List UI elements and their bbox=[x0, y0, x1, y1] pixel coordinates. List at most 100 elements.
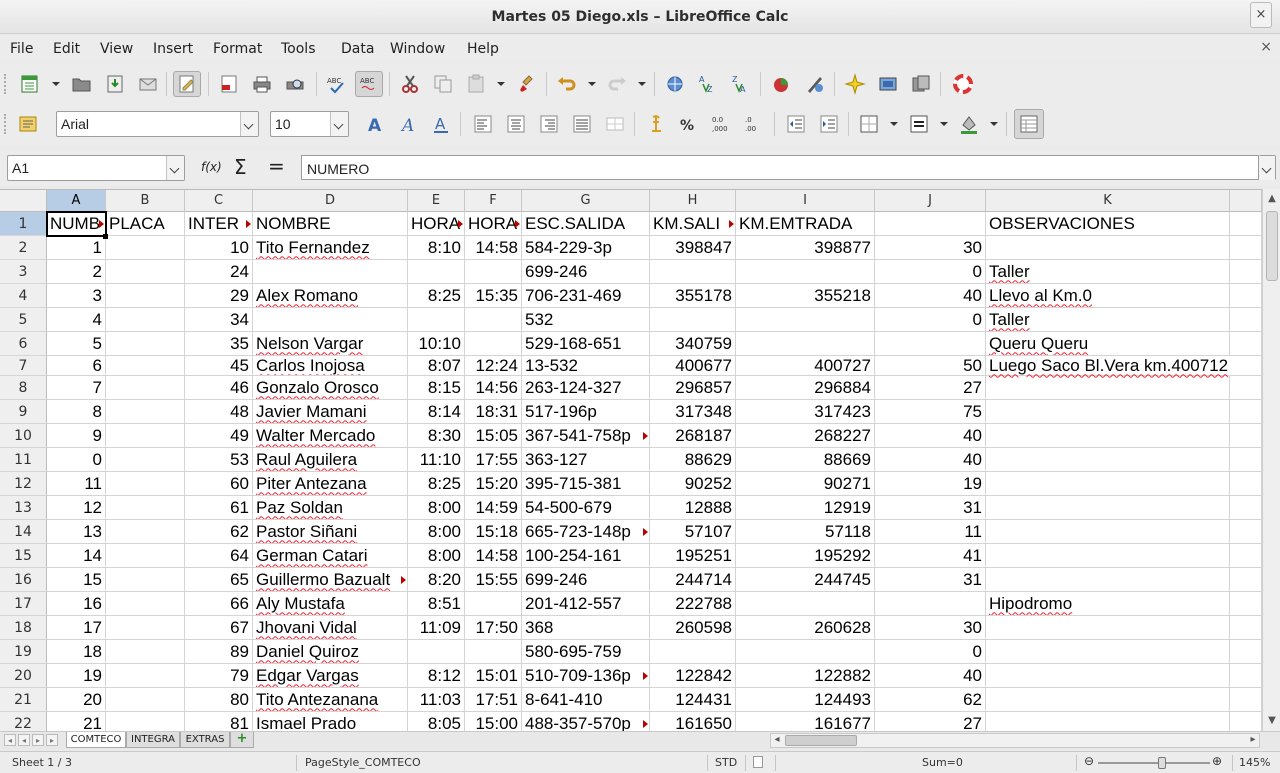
cell-k16[interactable] bbox=[986, 568, 1230, 592]
number-format-icon[interactable]: 0.0,000 bbox=[708, 111, 736, 137]
cell-f14[interactable]: 15:18 bbox=[465, 520, 522, 544]
cell-j4[interactable]: 40 bbox=[875, 284, 986, 308]
name-box[interactable]: A1 bbox=[7, 155, 185, 181]
cell-c2[interactable]: 10 bbox=[185, 236, 253, 260]
border-style-icon[interactable] bbox=[905, 111, 933, 137]
cell-k7[interactable]: Luego Saco Bl.Vera km.400712 bbox=[986, 356, 1230, 376]
row-header[interactable]: 6 bbox=[0, 332, 47, 356]
new-document-dropdown[interactable] bbox=[52, 80, 60, 88]
cell-l6[interactable] bbox=[1230, 332, 1262, 356]
cell-d11[interactable]: Raul Aguilera bbox=[253, 448, 408, 472]
menu-data[interactable]: Data bbox=[341, 41, 374, 57]
new-document-icon[interactable] bbox=[16, 71, 44, 97]
cell-e21[interactable]: 11:03 bbox=[408, 688, 465, 712]
add-sheet-icon[interactable]: + bbox=[230, 732, 254, 748]
scroll-up-icon[interactable]: ▲ bbox=[1264, 191, 1280, 207]
add-decimal-icon[interactable]: .0.00 bbox=[741, 111, 769, 137]
cell-j9[interactable]: 75 bbox=[875, 400, 986, 424]
cell-k21[interactable] bbox=[986, 688, 1230, 712]
cell-g6[interactable]: 529-168-651 bbox=[522, 332, 650, 356]
row-header[interactable]: 19 bbox=[0, 640, 47, 664]
cell-a7[interactable]: 6 bbox=[47, 356, 106, 376]
cell-j11[interactable]: 40 bbox=[875, 448, 986, 472]
cell-i10[interactable]: 268227 bbox=[736, 424, 875, 448]
print-preview-icon[interactable] bbox=[281, 71, 309, 97]
cell-g16[interactable]: 699-246 bbox=[522, 568, 650, 592]
row-header[interactable]: 18 bbox=[0, 616, 47, 640]
cell-i3[interactable] bbox=[736, 260, 875, 284]
cell-e12[interactable]: 8:25 bbox=[408, 472, 465, 496]
cell-g19[interactable]: 580-695-759 bbox=[522, 640, 650, 664]
column-header-c[interactable]: C bbox=[185, 190, 253, 212]
cell-i4[interactable]: 355218 bbox=[736, 284, 875, 308]
cell-d10[interactable]: Walter Mercado bbox=[253, 424, 408, 448]
cell-d4[interactable]: Alex Romano bbox=[253, 284, 408, 308]
insert-chart-icon[interactable] bbox=[768, 71, 796, 97]
cell-e9[interactable]: 8:14 bbox=[408, 400, 465, 424]
decrease-indent-icon[interactable] bbox=[782, 111, 810, 137]
cell-l3[interactable] bbox=[1230, 260, 1262, 284]
cell-e16[interactable]: 8:20 bbox=[408, 568, 465, 592]
cell-b12[interactable] bbox=[106, 472, 185, 496]
font-name-dropdown[interactable] bbox=[240, 112, 258, 136]
cell-h18[interactable]: 260598 bbox=[650, 616, 736, 640]
cell-k2[interactable] bbox=[986, 236, 1230, 260]
cell-f3[interactable] bbox=[465, 260, 522, 284]
selection-mode[interactable]: STD bbox=[715, 756, 737, 769]
window-close-button[interactable]: × bbox=[1250, 2, 1272, 28]
cell-k11[interactable] bbox=[986, 448, 1230, 472]
gallery-icon[interactable] bbox=[874, 71, 902, 97]
borders-dropdown[interactable] bbox=[890, 120, 898, 128]
sheet-tab-extras[interactable]: EXTRAS bbox=[180, 732, 230, 748]
row-header[interactable]: 12 bbox=[0, 472, 47, 496]
cell-i2[interactable]: 398877 bbox=[736, 236, 875, 260]
formula-input[interactable]: NUMERO bbox=[301, 155, 1259, 180]
cell-d12[interactable]: Piter Antezana bbox=[253, 472, 408, 496]
cell-j8[interactable]: 27 bbox=[875, 376, 986, 400]
font-size-dropdown[interactable] bbox=[330, 112, 348, 136]
show-draw-functions-icon[interactable] bbox=[801, 71, 829, 97]
increase-indent-icon[interactable] bbox=[815, 111, 843, 137]
menu-file[interactable]: File bbox=[10, 41, 33, 57]
cell-l18[interactable] bbox=[1230, 616, 1262, 640]
cell-c5[interactable]: 34 bbox=[185, 308, 253, 332]
cell-j6[interactable] bbox=[875, 332, 986, 356]
cell-e15[interactable]: 8:00 bbox=[408, 544, 465, 568]
cell-g13[interactable]: 54-500-679 bbox=[522, 496, 650, 520]
styles-formatting-icon[interactable] bbox=[14, 111, 42, 137]
cell-i20[interactable]: 122882 bbox=[736, 664, 875, 688]
cell-b13[interactable] bbox=[106, 496, 185, 520]
cell-c19[interactable]: 89 bbox=[185, 640, 253, 664]
cell-h17[interactable]: 222788 bbox=[650, 592, 736, 616]
cell-e5[interactable] bbox=[408, 308, 465, 332]
cell-k14[interactable] bbox=[986, 520, 1230, 544]
cell-j17[interactable] bbox=[875, 592, 986, 616]
cell-i7[interactable]: 400727 bbox=[736, 356, 875, 376]
column-header-e[interactable]: E bbox=[408, 190, 465, 212]
help-icon[interactable] bbox=[949, 71, 977, 97]
cell-c7[interactable]: 45 bbox=[185, 356, 253, 376]
row-header[interactable]: 11 bbox=[0, 448, 47, 472]
cell-f15[interactable]: 14:58 bbox=[465, 544, 522, 568]
cell-a21[interactable]: 20 bbox=[47, 688, 106, 712]
cell-c21[interactable]: 80 bbox=[185, 688, 253, 712]
cell-i19[interactable] bbox=[736, 640, 875, 664]
cell-c17[interactable]: 66 bbox=[185, 592, 253, 616]
bold-icon[interactable]: A bbox=[361, 111, 389, 137]
row-header[interactable]: 13 bbox=[0, 496, 47, 520]
cell-l7[interactable] bbox=[1230, 356, 1262, 376]
column-header-d[interactable]: D bbox=[253, 190, 408, 212]
zoom-out-icon[interactable]: ⊖ bbox=[1084, 754, 1094, 768]
cell-d20[interactable]: Edgar Vargas bbox=[253, 664, 408, 688]
cell-b16[interactable] bbox=[106, 568, 185, 592]
cell-j1[interactable] bbox=[875, 212, 986, 236]
cell-g7[interactable]: 13-532 bbox=[522, 356, 650, 376]
cell-i12[interactable]: 90271 bbox=[736, 472, 875, 496]
menu-window[interactable]: Window bbox=[390, 41, 445, 57]
cell-e11[interactable]: 11:10 bbox=[408, 448, 465, 472]
sum-display[interactable]: Sum=0 bbox=[922, 756, 963, 769]
cell-f19[interactable] bbox=[465, 640, 522, 664]
italic-icon[interactable]: A bbox=[394, 111, 422, 137]
cell-j19[interactable]: 0 bbox=[875, 640, 986, 664]
cell-b8[interactable] bbox=[106, 376, 185, 400]
